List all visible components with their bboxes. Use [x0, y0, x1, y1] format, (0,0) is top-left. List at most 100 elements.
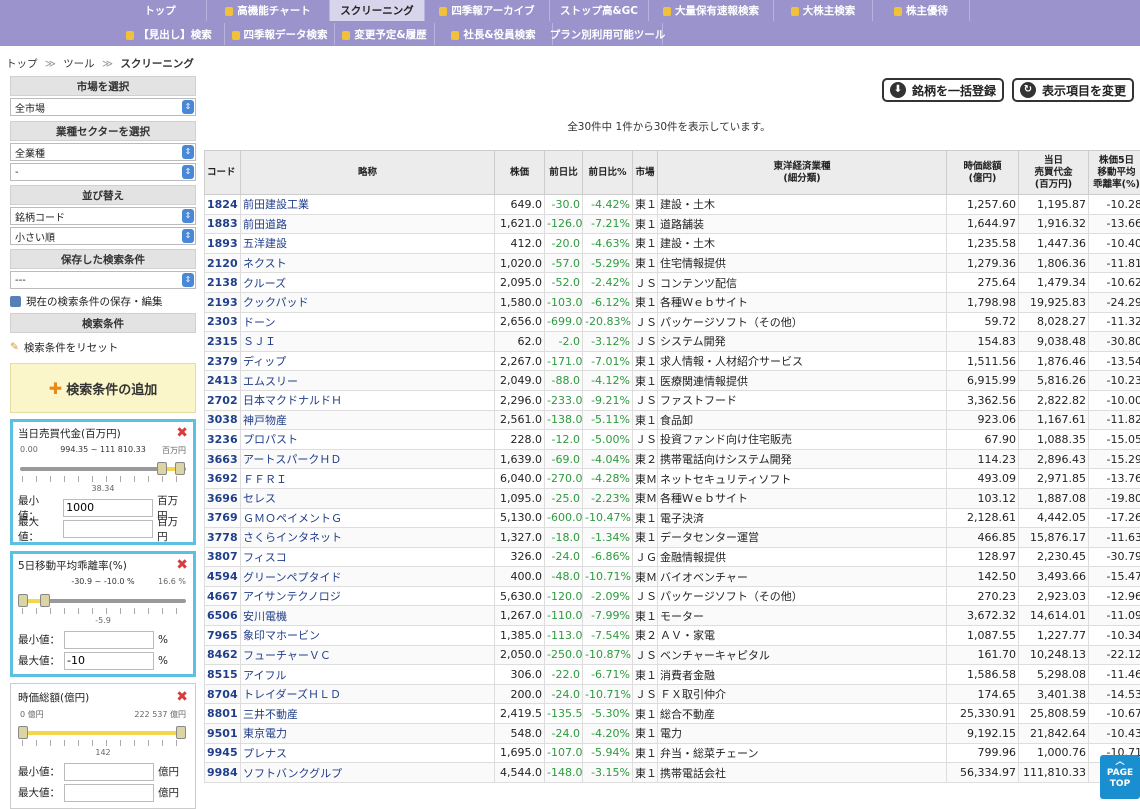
stock-code[interactable]: 8801: [204, 703, 241, 725]
breadcrumb-tools[interactable]: ツール: [63, 58, 95, 70]
nav-row2-item-4[interactable]: プラン別利用可能ツール: [550, 23, 665, 45]
slider-handle-high[interactable]: [176, 726, 187, 739]
table-row[interactable]: 9501 東京電力 548.0 -24.0 -4.20% 東１ 電力 9,192.15 21,8…: [204, 723, 1140, 744]
stock-code[interactable]: 2315: [204, 331, 241, 352]
stock-code[interactable]: 8515: [204, 664, 241, 685]
stock-code[interactable]: 2413: [204, 370, 241, 391]
slider-handle-high[interactable]: [40, 594, 51, 607]
table-row[interactable]: 9984 ソフトバンクグルプ 4,544.0 -148.0 -3.15% 東１ 携帯電話会社…: [204, 762, 1140, 783]
table-row[interactable]: 8462 フューチャーＶＣ 2,050.0 -250.0 -10.87% ＪＳ ベンチャーキ…: [204, 644, 1140, 666]
add-condition-button[interactable]: ✚ 検索条件の追加: [10, 363, 196, 413]
table-row[interactable]: 8704 トレイダーズＨＬＤ 200.0 -24.0 -10.71% ＪＳ ＦＸ取引仲介 17…: [204, 683, 1140, 705]
stock-code[interactable]: 3769: [204, 507, 241, 529]
range-slider[interactable]: 0.00 994.35 ~ 111 810.33 百万円 38.34: [18, 441, 188, 497]
table-row[interactable]: 8801 三井不動産 2,419.5 -135.5 -5.30% 東１ 総合不動産 25,33…: [204, 703, 1140, 725]
stock-name[interactable]: アートスパークＨＤ: [240, 448, 495, 470]
table-row[interactable]: 3807 フィスコ 326.0 -24.0 -6.86% ＪＧ 金融情報提供 128.97 2,…: [204, 546, 1140, 568]
min-input[interactable]: [63, 498, 154, 517]
stock-code[interactable]: 1883: [204, 213, 241, 235]
stock-code[interactable]: 3692: [204, 468, 241, 489]
nav-row1-item-6[interactable]: 大株主検索: [774, 0, 873, 21]
stock-code[interactable]: 1893: [204, 233, 241, 254]
stock-name[interactable]: ドーン: [240, 311, 495, 333]
table-row[interactable]: 1883 前田道路 1,621.0 -126.0 -7.21% 東１ 道路舗装 1,644.9…: [204, 213, 1140, 235]
max-input[interactable]: [64, 783, 154, 802]
subsector-select[interactable]: - ⇕: [10, 163, 196, 181]
column-header[interactable]: 時価総額 (億円): [946, 150, 1019, 195]
nav-row1-item-0[interactable]: トップ: [114, 0, 207, 21]
reset-conditions-link[interactable]: ✎ 検索条件をリセット: [10, 337, 196, 357]
stock-name[interactable]: 三井不動産: [240, 703, 495, 725]
table-row[interactable]: 7965 象印マホービン 1,385.0 -113.0 -7.54% 東２ ＡＶ・家電 1,0…: [204, 625, 1140, 646]
stock-name[interactable]: 東京電力: [240, 723, 495, 744]
stock-code[interactable]: 8462: [204, 644, 241, 666]
stock-code[interactable]: 3236: [204, 429, 241, 450]
market-select[interactable]: 全市場 ⇕: [10, 98, 196, 116]
table-row[interactable]: 2138 クルーズ 2,095.0 -52.0 -2.42% ＪＳ コンテンツ配信 275.6…: [204, 272, 1140, 293]
slider-handle-high[interactable]: [174, 462, 185, 475]
stock-code[interactable]: 4594: [204, 566, 241, 587]
stock-name[interactable]: トレイダーズＨＬＤ: [240, 683, 495, 705]
table-row[interactable]: 2120 ネクスト 1,020.0 -57.0 -5.29% 東１ 住宅情報提供 1,279.…: [204, 252, 1140, 274]
nav-row1-item-4[interactable]: ストップ高&GC: [550, 0, 649, 21]
column-header[interactable]: 前日比: [544, 150, 583, 195]
column-header[interactable]: 市場: [632, 150, 658, 195]
stock-code[interactable]: 4667: [204, 585, 241, 607]
table-row[interactable]: 3692 ＦＦＲＩ 6,040.0 -270.0 -4.28% 東Ｍ ネットセキュリティソフ…: [204, 468, 1140, 489]
stock-code[interactable]: 2120: [204, 252, 241, 274]
save-conditions-link[interactable]: 現在の検索条件の保存・編集: [10, 291, 196, 311]
stock-code[interactable]: 7965: [204, 625, 241, 646]
min-input[interactable]: [64, 630, 154, 649]
column-header[interactable]: コード: [204, 150, 241, 195]
table-row[interactable]: 4667 アイサンテクノロジ 5,630.0 -120.0 -2.09% ＪＳ パッケージソ…: [204, 585, 1140, 607]
nav-row2-item-1[interactable]: 四季報データ検索: [225, 23, 335, 45]
table-row[interactable]: 9945 プレナス 1,695.0 -107.0 -5.94% 東１ 弁当・総菜チェーン 79…: [204, 742, 1140, 764]
slider-handle-low[interactable]: [18, 594, 28, 607]
stock-code[interactable]: 2138: [204, 272, 241, 293]
stock-name[interactable]: ＦＦＲＩ: [240, 468, 495, 489]
stock-code[interactable]: 9984: [204, 762, 241, 783]
close-icon[interactable]: ✖: [176, 425, 188, 441]
range-slider[interactable]: -30.9 ~ -10.0 % 16.6 % -5.9: [18, 573, 188, 629]
stock-name[interactable]: 神戸物産: [240, 409, 495, 431]
nav-row2-item-0[interactable]: 【見出し】検索: [114, 23, 225, 45]
table-row[interactable]: 2379 ディップ 2,267.0 -171.0 -7.01% 東１ 求人情報・人材紹介サー…: [204, 350, 1140, 372]
table-row[interactable]: 4594 グリーンペプタイド 400.0 -48.0 -10.71% 東Ｍ バイオベンチャー…: [204, 566, 1140, 587]
sort-order-select[interactable]: 小さい順 ⇕: [10, 227, 196, 245]
stock-code[interactable]: 9945: [204, 742, 241, 764]
stock-code[interactable]: 2303: [204, 311, 241, 333]
page-top-button[interactable]: ︿ PAGE TOP: [1100, 755, 1140, 799]
table-row[interactable]: 3236 プロパスト 228.0 -12.0 -5.00% ＪＳ 投資ファンド向け住宅販売 6…: [204, 429, 1140, 450]
stock-code[interactable]: 3696: [204, 487, 241, 509]
stock-name[interactable]: ディップ: [240, 350, 495, 372]
stock-name[interactable]: 日本マクドナルドＨ: [240, 389, 495, 411]
stock-name[interactable]: クックパッド: [240, 291, 495, 313]
stock-name[interactable]: プロパスト: [240, 429, 495, 450]
stock-name[interactable]: ＧＭＯペイメントＧ: [240, 507, 495, 529]
max-input[interactable]: [64, 651, 154, 670]
table-row[interactable]: 2413 エムスリー 2,049.0 -88.0 -4.12% 東１ 医療関連情報提供 6,9…: [204, 370, 1140, 391]
column-header[interactable]: 前日比%: [582, 150, 633, 195]
slider-handle-low[interactable]: [157, 462, 168, 475]
table-row[interactable]: 8515 アイフル 306.0 -22.0 -6.71% 東１ 消費者金融 1,586.58 5…: [204, 664, 1140, 685]
column-header[interactable]: 略称: [240, 150, 495, 195]
column-header[interactable]: 東洋経済業種 (細分類): [657, 150, 947, 195]
nav-row1-item-1[interactable]: 高機能チャート: [207, 0, 330, 21]
sort-key-select[interactable]: 銘柄コード ⇕: [10, 207, 196, 225]
table-row[interactable]: 2193 クックパッド 1,580.0 -103.0 -6.12% 東１ 各種Ｗｅｂサイト 1…: [204, 291, 1140, 313]
column-header[interactable]: 株価5日 移動平均 乖離率(%): [1088, 150, 1140, 195]
stock-name[interactable]: フューチャーＶＣ: [240, 644, 495, 666]
table-row[interactable]: 3663 アートスパークＨＤ 1,639.0 -69.0 -4.04% 東２ 携帯電話向けシ…: [204, 448, 1140, 470]
change-columns-button[interactable]: ↻ 表示項目を変更: [1011, 78, 1134, 102]
stock-name[interactable]: 前田道路: [240, 213, 495, 235]
stock-code[interactable]: 2702: [204, 389, 241, 411]
slider-handle-low[interactable]: [18, 726, 28, 739]
nav-row2-item-2[interactable]: 変更予定&履歴: [335, 23, 435, 45]
table-row[interactable]: 6506 安川電機 1,267.0 -110.0 -7.99% 東１ モーター 3,672.3…: [204, 605, 1140, 627]
close-icon[interactable]: ✖: [176, 557, 188, 573]
nav-row1-item-2[interactable]: スクリーニング: [330, 0, 425, 21]
stock-name[interactable]: 象印マホービン: [240, 625, 495, 646]
close-icon[interactable]: ✖: [176, 689, 188, 705]
stock-name[interactable]: アイサンテクノロジ: [240, 585, 495, 607]
stock-code[interactable]: 3778: [204, 527, 241, 548]
